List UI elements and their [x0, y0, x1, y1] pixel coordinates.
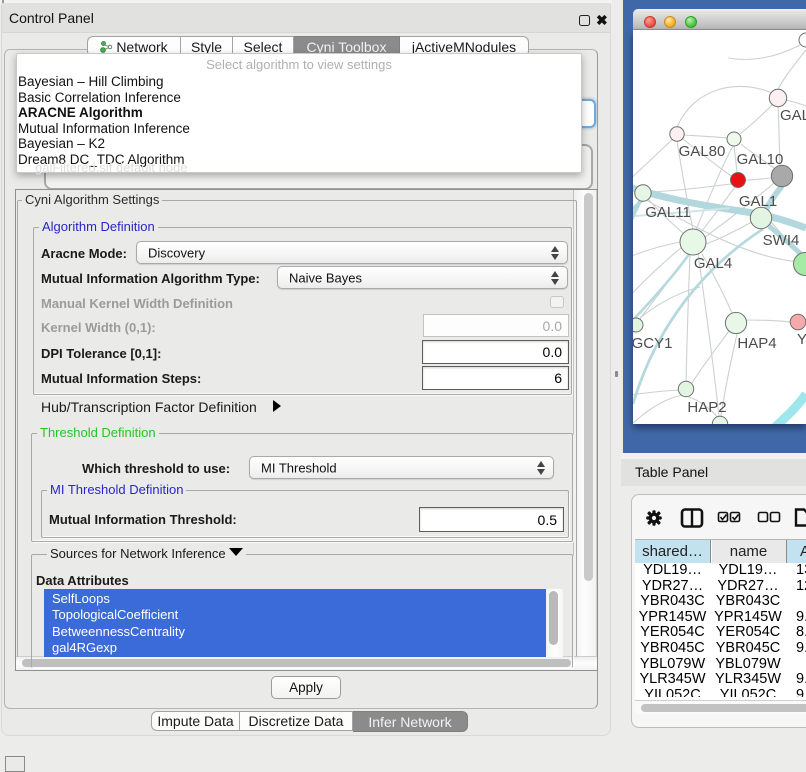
svg-text:Y: Y [797, 331, 806, 348]
svg-text:GAL11: GAL11 [645, 204, 691, 221]
svg-text:HAP2: HAP2 [687, 399, 726, 416]
svg-text:GCY1: GCY1 [633, 335, 672, 352]
svg-text:GAL4: GAL4 [694, 255, 732, 272]
svg-text:GAL7: GAL7 [780, 107, 806, 124]
svg-text:SWI4: SWI4 [763, 232, 800, 249]
svg-text:HAP4: HAP4 [737, 335, 776, 352]
svg-text:GAL80: GAL80 [679, 143, 726, 160]
svg-text:GAL10: GAL10 [737, 151, 784, 168]
svg-text:GAL1: GAL1 [739, 193, 777, 210]
